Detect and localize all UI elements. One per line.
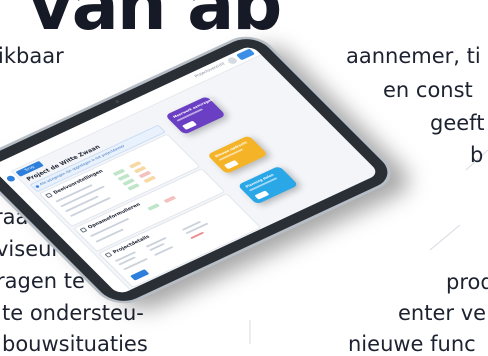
bg-text-right-1: aannemer, ti (346, 44, 481, 68)
document-icon (79, 227, 88, 233)
bg-text-left-5: ragen te (0, 269, 85, 293)
card-button[interactable] (254, 190, 270, 200)
status-badge (127, 183, 140, 191)
bg-text-left-7: bouwsituaties (2, 332, 148, 356)
card-purple[interactable]: Meerwerk aanvragen (164, 95, 227, 135)
card-blue[interactable]: Planning delen (237, 165, 299, 205)
status-badge (163, 195, 176, 203)
new-button[interactable] (235, 48, 256, 61)
card-button[interactable] (181, 120, 197, 130)
user-avatar-icon[interactable] (226, 56, 239, 66)
detail-line (190, 231, 205, 240)
detail-line (185, 222, 209, 235)
card-title: Meerwerk aanvragen (172, 97, 214, 119)
bg-text-right-2: en const (383, 78, 473, 102)
card-button[interactable] (223, 159, 239, 170)
bg-text-right-5: prod (446, 270, 488, 294)
bg-text-right-6: enter ve (398, 301, 487, 325)
document-icon (44, 192, 53, 199)
card-yellow[interactable]: Nieuwe opdracht (206, 135, 268, 175)
info-icon (34, 184, 40, 188)
camera-icon (114, 100, 120, 104)
bg-text-left-6: te ondersteu- (2, 301, 144, 325)
status-badge (147, 203, 160, 211)
document-icon (104, 252, 113, 258)
save-button[interactable] (130, 269, 150, 281)
status-badge (143, 175, 156, 183)
bg-text-left-1: ikbaar (0, 44, 64, 68)
bg-text-right-4: b (470, 143, 484, 167)
bg-text-right-3: geeft (430, 111, 485, 135)
bg-text-right-7: nieuwe func (348, 332, 476, 356)
